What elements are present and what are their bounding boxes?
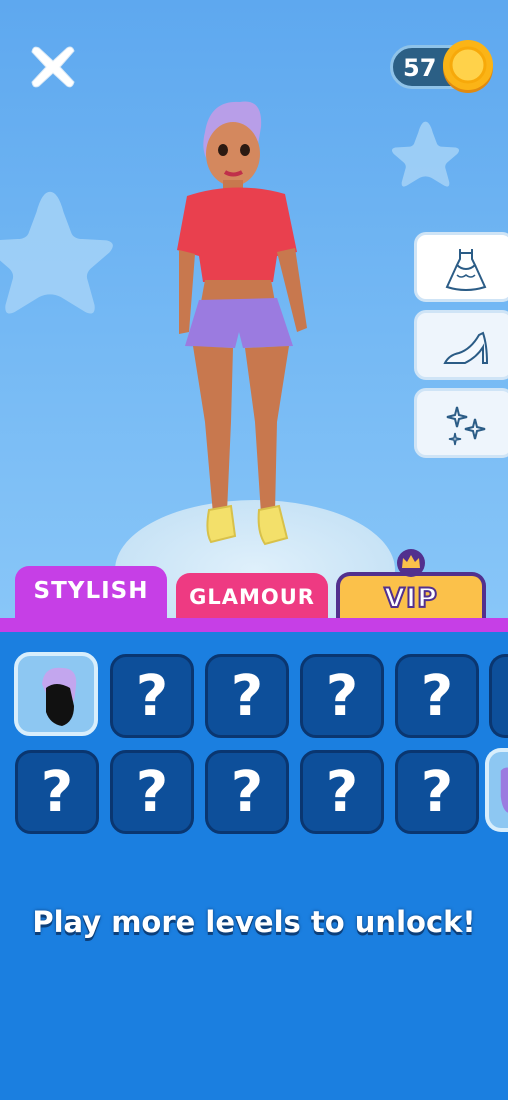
sparkle-icon (446, 406, 486, 446)
preview-scene: 57 (0, 0, 508, 618)
avatar-character (177, 101, 307, 546)
locked-question-mark: ? (420, 760, 454, 825)
background-star-left (0, 191, 113, 314)
locked-question-mark: ? (230, 664, 264, 729)
locked-question-mark: ? (325, 760, 359, 825)
background-star-right (391, 121, 460, 187)
tab-underline (0, 618, 508, 632)
dress-icon (445, 249, 487, 291)
tab-vip[interactable]: VIP (336, 572, 486, 624)
crown-icon (397, 549, 425, 577)
tab-glamour[interactable]: GLAMOUR (176, 573, 328, 623)
category-dress-button[interactable] (414, 232, 508, 302)
locked-question-mark: ? (420, 664, 454, 729)
item-tile-locked[interactable]: ? (110, 654, 194, 738)
item-tile-locked[interactable]: ? (110, 750, 194, 834)
category-accessories-button[interactable] (414, 388, 508, 458)
item-tile-owned[interactable] (14, 652, 98, 736)
locked-question-mark: ? (230, 760, 264, 825)
item-tile-locked[interactable]: ? (205, 750, 289, 834)
close-button[interactable] (30, 44, 76, 90)
item-tile-locked[interactable]: ? (395, 654, 479, 738)
locked-question-mark: ? (325, 664, 359, 729)
high-heel-icon (443, 331, 489, 364)
item-tile-locked[interactable]: ? (300, 654, 384, 738)
category-shoes-button[interactable] (414, 310, 508, 380)
hairstyle-icon (500, 767, 508, 813)
coin-icon (443, 40, 493, 93)
close-icon (31, 46, 75, 88)
item-tile-partial[interactable] (489, 654, 508, 738)
item-tile-locked[interactable]: ? (395, 750, 479, 834)
locked-question-mark: ? (40, 760, 74, 825)
tab-stylish[interactable]: STYLISH (15, 566, 167, 624)
item-tile-locked[interactable]: ? (300, 750, 384, 834)
locked-question-mark: ? (135, 760, 169, 825)
hairstyle-icon (42, 667, 77, 726)
item-tile-partial[interactable] (485, 748, 508, 832)
item-tile-locked[interactable]: ? (15, 750, 99, 834)
coin-count: 57 (403, 54, 437, 82)
locked-question-mark: ? (135, 664, 169, 729)
unlock-message: Play more levels to unlock! (32, 905, 476, 939)
item-tile-locked[interactable]: ? (205, 654, 289, 738)
